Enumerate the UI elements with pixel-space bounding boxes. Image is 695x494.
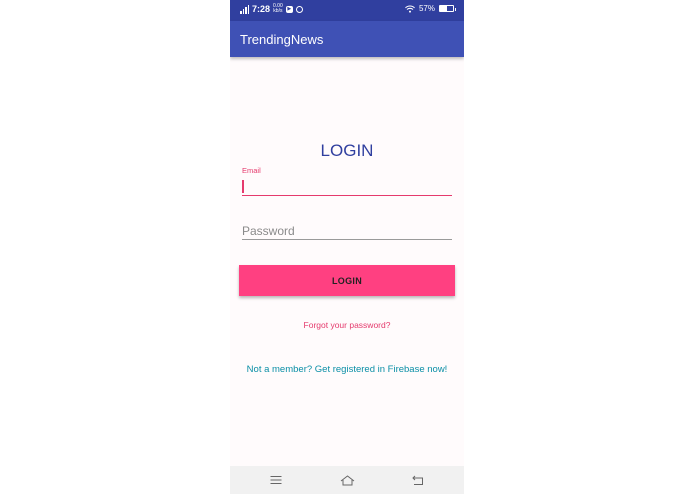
login-button[interactable]: LOGIN: [239, 265, 455, 296]
login-title: LOGIN: [320, 141, 374, 160]
notification-icon: [295, 5, 303, 13]
youtube-icon: ▶: [285, 5, 293, 13]
wifi-icon: [405, 5, 415, 13]
phone-screen: 7:28 0.00 kb/s ▶ 57% TrendingNews LOGIN …: [230, 0, 464, 494]
home-icon[interactable]: [339, 472, 355, 488]
password-field[interactable]: [242, 223, 452, 240]
forgot-password-link[interactable]: Forgot your password?: [230, 320, 464, 330]
email-field[interactable]: [242, 179, 452, 196]
battery-fill: [440, 6, 448, 11]
status-bar: 7:28 0.00 kb/s ▶ 57%: [230, 0, 464, 21]
email-label: Email: [242, 166, 261, 175]
navigation-bar: [230, 466, 464, 494]
text-cursor: [242, 180, 244, 193]
battery-percent: 57%: [418, 4, 435, 13]
app-bar: TrendingNews: [230, 21, 464, 57]
back-icon[interactable]: [410, 472, 426, 488]
status-time: 7:28: [252, 4, 271, 14]
battery-icon: [439, 5, 456, 12]
network-speed: 0.00 kb/s: [273, 4, 283, 14]
signal-icon: [240, 4, 249, 14]
app-title: TrendingNews: [240, 32, 324, 47]
status-right: 57%: [405, 4, 456, 13]
menu-icon[interactable]: [268, 472, 284, 488]
network-speed-unit: kb/s: [273, 8, 283, 14]
status-left: 7:28 0.00 kb/s ▶: [240, 4, 303, 14]
register-link[interactable]: Not a member? Get registered in Firebase…: [230, 364, 464, 375]
